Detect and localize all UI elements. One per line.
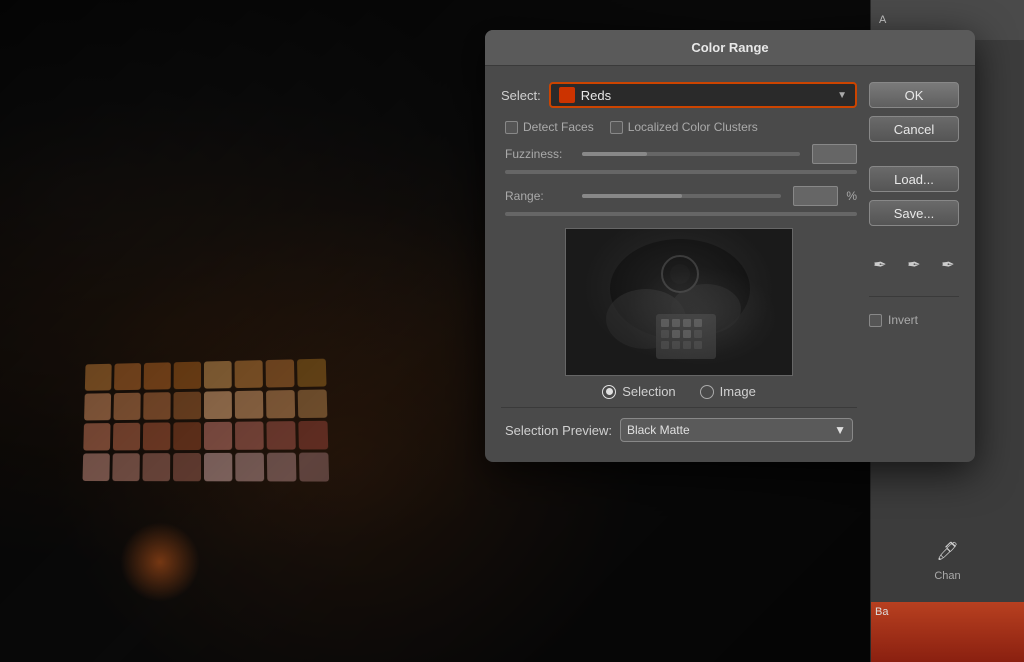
color-pad-cell xyxy=(204,391,232,419)
color-pad-cell xyxy=(204,422,232,450)
color-pad-cell xyxy=(299,453,329,482)
color-pad-cell xyxy=(266,390,295,418)
radio-row: Selection Image xyxy=(501,384,857,399)
dialog-main-content: Select: Reds ▼ Detect Faces Localized Co… xyxy=(501,82,857,446)
image-radio[interactable] xyxy=(700,385,714,399)
select-dropdown[interactable]: Reds ▼ xyxy=(549,82,857,108)
dialog-title: Color Range xyxy=(485,30,975,66)
color-pad-cell xyxy=(173,453,201,481)
localized-color-checkbox-item[interactable]: Localized Color Clusters xyxy=(610,120,758,134)
eyedropper-subtract-icon[interactable]: ✒ xyxy=(937,254,959,276)
color-pad-cell xyxy=(173,392,201,420)
invert-row[interactable]: Invert xyxy=(869,309,959,331)
invert-checkbox[interactable] xyxy=(869,314,882,327)
panel-chan-label: Chan xyxy=(934,570,960,582)
spacer xyxy=(869,150,959,158)
preview-image xyxy=(565,228,793,376)
color-pad-cell xyxy=(114,363,141,390)
select-label: Select: xyxy=(501,88,541,103)
select-row: Select: Reds ▼ xyxy=(501,82,857,108)
range-label: Range: xyxy=(505,189,570,203)
image-radio-item[interactable]: Image xyxy=(700,384,756,399)
eyedropper-tools-row: ✒ ✒ ✒ xyxy=(869,254,959,276)
localized-color-checkbox[interactable] xyxy=(610,121,623,134)
color-pad xyxy=(82,359,330,515)
color-range-dialog: Color Range Select: Reds ▼ Detect Faces xyxy=(485,30,975,462)
selection-radio-dot xyxy=(606,388,613,395)
color-pad-cell xyxy=(204,361,232,389)
color-pad-cell xyxy=(113,423,140,451)
color-pad-cell xyxy=(84,393,111,420)
select-value: Reds xyxy=(575,88,837,103)
fuzziness-slider-full-row xyxy=(501,170,857,174)
range-input[interactable] xyxy=(793,186,838,206)
color-pad-cell xyxy=(235,453,264,482)
color-pad-cell xyxy=(297,359,327,387)
range-unit: % xyxy=(846,189,857,203)
cancel-button[interactable]: Cancel xyxy=(869,116,959,142)
selection-radio-item[interactable]: Selection xyxy=(602,384,675,399)
panel-eyedropper-icon[interactable]: 🖊 xyxy=(936,541,959,562)
color-pad-cell xyxy=(235,360,263,388)
panel-ba-label: Ba xyxy=(871,602,1024,622)
color-pad-cell xyxy=(173,422,201,450)
save-button[interactable]: Save... xyxy=(869,200,959,226)
color-pad-cell xyxy=(143,392,170,420)
color-pad-cell xyxy=(174,362,201,390)
dialog-sidebar: OK Cancel Load... Save... ✒ ✒ ✒ xyxy=(869,82,959,446)
localized-color-label: Localized Color Clusters xyxy=(628,120,758,134)
fuzziness-slider-fill xyxy=(582,152,647,156)
fuzziness-slider-track[interactable] xyxy=(582,152,800,156)
color-pad-cell xyxy=(113,393,140,420)
detect-faces-checkbox-item[interactable]: Detect Faces xyxy=(505,120,594,134)
load-button[interactable]: Load... xyxy=(869,166,959,192)
fuzziness-input[interactable] xyxy=(812,144,857,164)
fuzziness-label: Fuzziness: xyxy=(505,147,570,161)
dialog-body: Select: Reds ▼ Detect Faces Localized Co… xyxy=(485,66,975,462)
preview-container xyxy=(501,228,857,376)
color-pad-cell xyxy=(204,453,232,481)
sidebar-divider xyxy=(869,296,959,297)
spacer2 xyxy=(869,234,959,242)
right-panel-header-label: A xyxy=(879,14,886,26)
range-row: Range: % xyxy=(501,186,857,206)
range-slider-full[interactable] xyxy=(505,212,857,216)
color-pad-cell xyxy=(267,453,297,482)
detect-faces-checkbox[interactable] xyxy=(505,121,518,134)
color-pad-cell xyxy=(112,453,140,481)
image-radio-label: Image xyxy=(720,384,756,399)
selection-preview-arrow-icon: ▼ xyxy=(834,423,846,437)
color-pad-cell xyxy=(144,362,171,389)
range-slider-fill xyxy=(582,194,682,198)
eyedropper-normal-icon[interactable]: ✒ xyxy=(869,254,891,276)
selection-preview-label: Selection Preview: xyxy=(505,423,612,438)
ok-button[interactable]: OK xyxy=(869,82,959,108)
dropdown-arrow-icon: ▼ xyxy=(837,90,847,101)
range-slider-track[interactable] xyxy=(582,194,781,198)
checkboxes-row: Detect Faces Localized Color Clusters xyxy=(501,120,857,134)
invert-label: Invert xyxy=(888,313,918,327)
color-pad-cell xyxy=(85,364,112,391)
color-pad-cell xyxy=(142,453,170,481)
detect-faces-label: Detect Faces xyxy=(523,120,594,134)
fuzziness-row: Fuzziness: xyxy=(501,144,857,164)
color-pad-cell xyxy=(235,391,264,419)
select-color-swatch xyxy=(559,87,575,103)
fuzziness-slider-full[interactable] xyxy=(505,170,857,174)
color-pad-cell xyxy=(83,423,110,450)
color-pad-cell xyxy=(266,421,295,450)
selection-preview-dropdown[interactable]: Black Matte ▼ xyxy=(620,418,853,442)
color-pad-cell xyxy=(82,453,109,481)
panel-bottom-strip: Ba xyxy=(871,602,1024,662)
color-pad-cell xyxy=(298,389,328,418)
color-pad-cell xyxy=(143,422,171,450)
selection-radio-label: Selection xyxy=(622,384,675,399)
selection-preview-row: Selection Preview: Black Matte ▼ xyxy=(501,407,857,446)
range-slider-full-row xyxy=(501,212,857,216)
selection-radio[interactable] xyxy=(602,385,616,399)
color-pad-cell xyxy=(266,359,295,387)
color-pad-cell xyxy=(298,421,328,450)
eyedropper-add-icon[interactable]: ✒ xyxy=(903,254,925,276)
color-pad-cell xyxy=(235,421,264,449)
